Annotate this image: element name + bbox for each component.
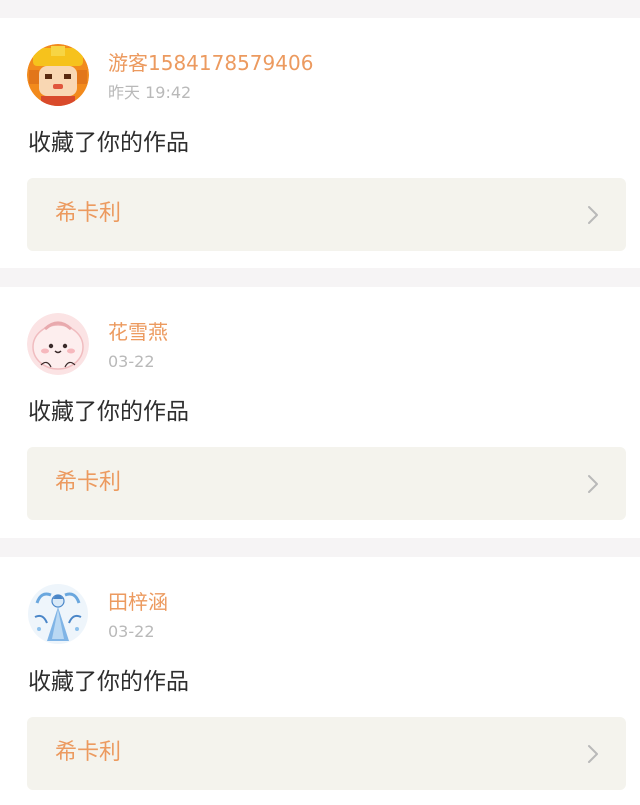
work-link[interactable]: 希卡利: [27, 447, 626, 520]
timestamp: 03-22: [108, 352, 155, 371]
chevron-right-icon: [586, 744, 600, 764]
notification-feed: 游客1584178579406 昨天 19:42 收藏了你的作品 希卡利 花雪燕…: [0, 0, 640, 805]
chevron-right-icon: [586, 474, 600, 494]
notification-card: 游客1584178579406 昨天 19:42 收藏了你的作品 希卡利: [0, 18, 640, 268]
monkey-king-avatar-icon[interactable]: [27, 44, 89, 106]
action-text: 收藏了你的作品: [28, 669, 189, 695]
timestamp: 昨天 19:42: [108, 83, 192, 102]
action-text: 收藏了你的作品: [28, 130, 189, 156]
work-title: 希卡利: [55, 740, 122, 765]
username[interactable]: 花雪燕: [108, 319, 168, 345]
timestamp: 03-22: [108, 622, 155, 641]
work-title: 希卡利: [55, 470, 122, 495]
blue-figure-avatar-icon[interactable]: [27, 583, 89, 645]
work-link[interactable]: 希卡利: [27, 178, 626, 251]
notification-card: 田梓涵 03-22 收藏了你的作品 希卡利: [0, 557, 640, 805]
username[interactable]: 游客1584178579406: [108, 50, 313, 76]
action-text: 收藏了你的作品: [28, 399, 189, 425]
work-title: 希卡利: [55, 201, 122, 226]
notification-card: 花雪燕 03-22 收藏了你的作品 希卡利: [0, 287, 640, 538]
chevron-right-icon: [586, 205, 600, 225]
pink-blob-avatar-icon[interactable]: [27, 313, 89, 375]
username[interactable]: 田梓涵: [108, 589, 168, 615]
work-link[interactable]: 希卡利: [27, 717, 626, 790]
